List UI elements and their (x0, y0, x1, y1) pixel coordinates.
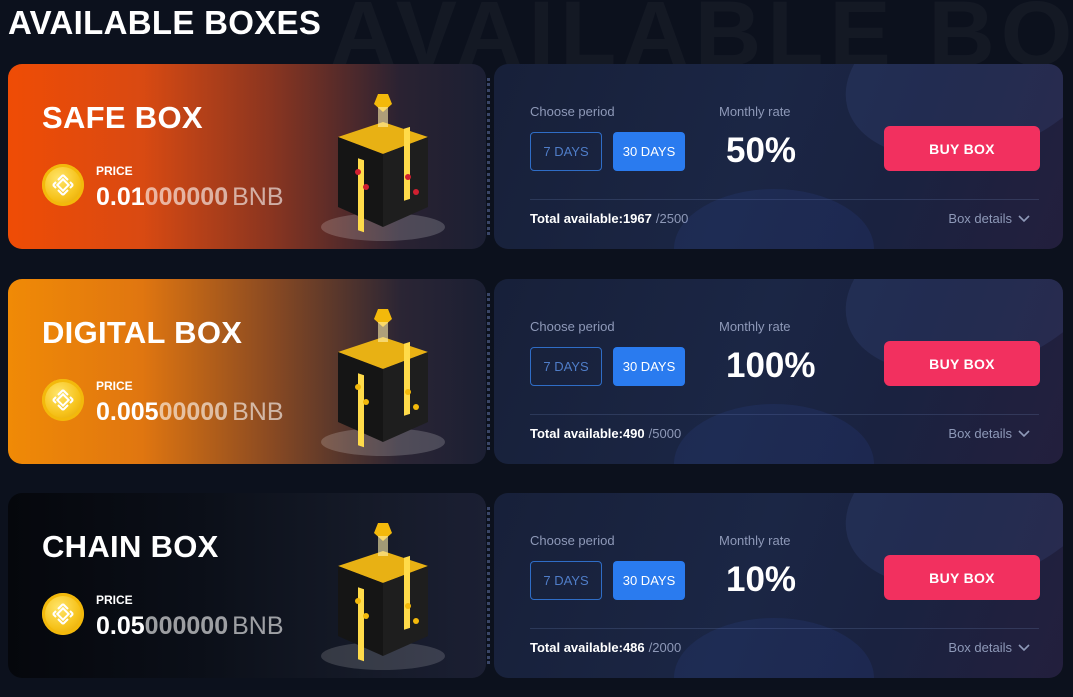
box-card-right-panel: Choose period 7 DAYS 30 DAYS Monthly rat… (494, 64, 1063, 249)
choose-period-label: Choose period (530, 319, 615, 334)
box-card-left-panel: SAFE BOX PRICE 0.01000000 BNB (8, 64, 486, 249)
box-card-right-panel: Choose period 7 DAYS 30 DAYS Monthly rat… (494, 279, 1063, 464)
ticket-divider (487, 293, 491, 450)
mystery-box-icon (308, 297, 458, 457)
total-available-max: /5000 (648, 426, 682, 441)
total-available: Total available:1967/2500 (530, 211, 688, 226)
mystery-box-icon (308, 82, 458, 242)
total-available: Total available:490/5000 (530, 426, 681, 441)
box-details-toggle[interactable]: Box details (948, 640, 1030, 655)
choose-period-label: Choose period (530, 533, 615, 548)
period-30-days-button[interactable]: 30 DAYS (613, 347, 685, 386)
card-divider (530, 628, 1039, 629)
price-value: 0.00500000 BNB (96, 398, 284, 427)
box-details-toggle[interactable]: Box details (948, 426, 1030, 441)
card-divider (530, 199, 1039, 200)
mystery-box-icon (308, 511, 458, 671)
monthly-rate-label: Monthly rate (719, 533, 791, 548)
choose-period-label: Choose period (530, 104, 615, 119)
price-main: 0.01 (96, 183, 145, 211)
monthly-rate-label: Monthly rate (719, 104, 791, 119)
monthly-rate-label: Monthly rate (719, 319, 791, 334)
box-details-label: Box details (948, 426, 1012, 441)
box-name: SAFE BOX (42, 100, 203, 135)
price-unit: BNB (232, 398, 284, 426)
box-card-digital: DIGITAL BOX PRICE 0.00500000 BNB Choose … (8, 279, 1063, 464)
box-details-label: Box details (948, 640, 1012, 655)
box-name: CHAIN BOX (42, 529, 219, 564)
price-label: PRICE (96, 379, 133, 393)
price-main: 0.05 (96, 612, 145, 640)
box-details-label: Box details (948, 211, 1012, 226)
buy-box-button[interactable]: BUY BOX (884, 126, 1040, 171)
box-card-right-panel: Choose period 7 DAYS 30 DAYS Monthly rat… (494, 493, 1063, 678)
ticket-divider (487, 507, 491, 664)
available-boxes-page: AVAILABLE BOXES AVAILABLE BOXES SAFE BOX… (0, 0, 1073, 697)
box-card-left-panel: CHAIN BOX PRICE 0.05000000 BNB (8, 493, 486, 678)
total-available-max: /2500 (655, 211, 689, 226)
price-unit: BNB (232, 183, 284, 211)
box-card-left-panel: DIGITAL BOX PRICE 0.00500000 BNB (8, 279, 486, 464)
price-main: 0.005 (96, 398, 159, 426)
ticket-divider (487, 78, 491, 235)
period-7-days-button[interactable]: 7 DAYS (530, 347, 602, 386)
box-name: DIGITAL BOX (42, 315, 243, 350)
total-available-count: Total available:486 (530, 640, 645, 655)
box-card-chain: CHAIN BOX PRICE 0.05000000 BNB Choose pe… (8, 493, 1063, 678)
monthly-rate-value: 100% (726, 346, 816, 385)
price-trailing: 00000 (158, 398, 229, 426)
bnb-coin-icon (42, 379, 84, 421)
chevron-down-icon (1018, 426, 1030, 441)
period-30-days-button[interactable]: 30 DAYS (613, 132, 685, 171)
bnb-coin-icon (42, 164, 84, 206)
period-7-days-button[interactable]: 7 DAYS (530, 561, 602, 600)
price-label: PRICE (96, 164, 133, 178)
price-value: 0.01000000 BNB (96, 183, 284, 212)
period-30-days-button[interactable]: 30 DAYS (613, 561, 685, 600)
box-details-toggle[interactable]: Box details (948, 211, 1030, 226)
chevron-down-icon (1018, 211, 1030, 226)
period-7-days-button[interactable]: 7 DAYS (530, 132, 602, 171)
monthly-rate-value: 50% (726, 131, 797, 170)
page-title: AVAILABLE BOXES (8, 4, 322, 41)
total-available-count: Total available:1967 (530, 211, 652, 226)
total-available-count: Total available:490 (530, 426, 645, 441)
buy-box-button[interactable]: BUY BOX (884, 341, 1040, 386)
monthly-rate-value: 10% (726, 560, 797, 599)
bnb-coin-icon (42, 593, 84, 635)
price-unit: BNB (232, 612, 284, 640)
price-trailing: 000000 (144, 183, 229, 211)
price-label: PRICE (96, 593, 133, 607)
card-divider (530, 414, 1039, 415)
box-card-safe: SAFE BOX PRICE 0.01000000 BNB Choose per… (8, 64, 1063, 249)
price-trailing: 000000 (144, 612, 229, 640)
chevron-down-icon (1018, 640, 1030, 655)
price-value: 0.05000000 BNB (96, 612, 284, 641)
total-available-max: /2000 (648, 640, 682, 655)
buy-box-button[interactable]: BUY BOX (884, 555, 1040, 600)
total-available: Total available:486/2000 (530, 640, 681, 655)
